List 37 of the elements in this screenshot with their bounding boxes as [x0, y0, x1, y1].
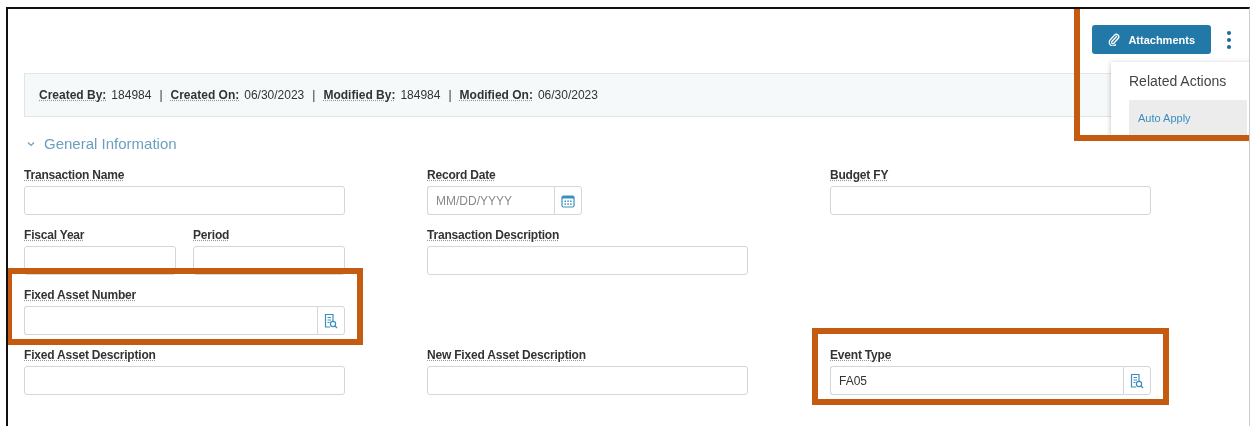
menu-title: Related Actions	[1129, 73, 1228, 89]
field-label: Transaction Name	[24, 168, 126, 182]
lookup-field[interactable]	[24, 306, 317, 335]
info-label: Created On:	[170, 88, 240, 102]
menu-item[interactable]: Auto Apply	[1129, 100, 1247, 135]
lookup-icon[interactable]	[317, 306, 345, 335]
separator: |	[312, 88, 316, 102]
field-label: Record Date	[427, 168, 497, 182]
info-value: 184984	[111, 88, 152, 102]
separator: |	[448, 88, 452, 102]
field-label: Transaction Description	[427, 228, 561, 242]
text-field[interactable]	[427, 366, 748, 395]
field-label: Fixed Asset Number	[24, 288, 137, 302]
date-field[interactable]: MM/DD/YYYY	[427, 186, 554, 215]
text-field[interactable]	[830, 186, 1151, 215]
section-title[interactable]: General Information	[44, 135, 177, 152]
separator: |	[159, 88, 163, 102]
lookup-icon[interactable]	[1123, 366, 1151, 395]
field-label: Budget FY	[830, 168, 890, 182]
lookup-field[interactable]: FA05	[830, 366, 1123, 395]
info-value: 06/30/2023	[244, 88, 305, 102]
field-label: Period	[193, 228, 231, 242]
field-label: Event Type	[830, 348, 893, 362]
text-field[interactable]	[24, 366, 345, 395]
text-field[interactable]	[24, 186, 345, 215]
field-label: Fixed Asset Description	[24, 348, 157, 362]
info-label: Created By:	[39, 88, 107, 102]
info-label: Modified By:	[323, 88, 396, 102]
calendar-icon[interactable]	[554, 186, 582, 215]
info-label: Modified On:	[459, 88, 533, 102]
text-field[interactable]	[427, 246, 748, 275]
field-label: New Fixed Asset Description	[427, 348, 587, 362]
info-value: 06/30/2023	[537, 88, 598, 102]
info-value: 184984	[400, 88, 441, 102]
field-label: Fiscal Year	[24, 228, 86, 242]
attachments-button[interactable]: Attachments	[1092, 25, 1211, 54]
paperclip-icon	[1108, 33, 1121, 46]
